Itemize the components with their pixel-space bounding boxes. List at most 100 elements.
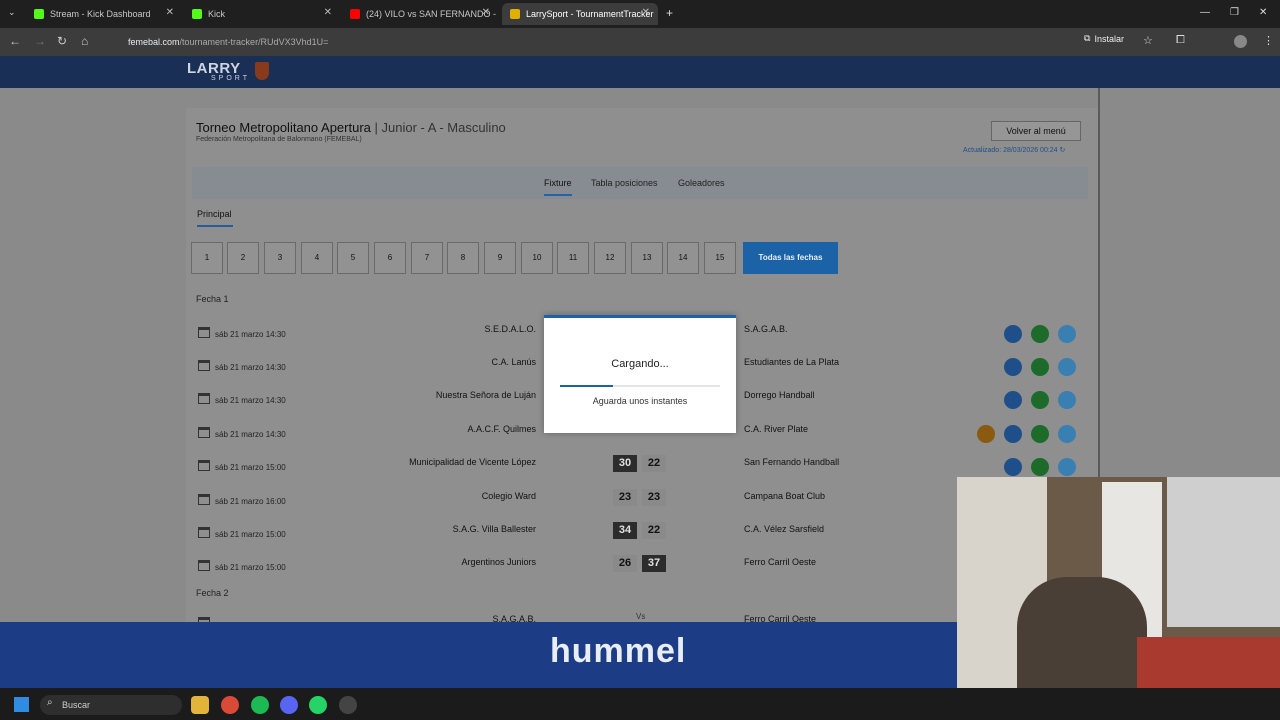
info-icon[interactable] [1004, 391, 1022, 409]
home-team: A.A.C.F. Quilmes [467, 424, 536, 434]
home-team: S.A.G.A.B. [492, 614, 536, 622]
match-date: sáb 21 marzo 14:30 [215, 363, 286, 372]
round-button[interactable]: 3 [264, 242, 296, 274]
document-icon[interactable] [1031, 358, 1049, 376]
loading-modal: Cargando... Aguarda unos instantes [544, 315, 736, 433]
reload-icon[interactable]: ↻ [57, 34, 67, 48]
info-icon[interactable] [1004, 425, 1022, 443]
stats-icon[interactable] [1058, 458, 1076, 476]
away-score: 23 [642, 489, 666, 506]
info-icon[interactable] [1004, 325, 1022, 343]
match-date: sáb 21 marzo 15:00 [215, 463, 286, 472]
video-icon[interactable] [977, 425, 995, 443]
away-team: C.A. Vélez Sarsfield [744, 524, 825, 534]
browser-tab-bar: ⌄ Stream - Kick Dashboard ✕ Kick ✕ (24) … [0, 0, 1280, 28]
youtube-icon [350, 9, 360, 19]
spotify-icon[interactable] [251, 696, 269, 714]
loading-progress-bar [560, 385, 720, 387]
close-icon[interactable]: ✕ [482, 7, 490, 18]
subtab-principal[interactable]: Principal [197, 209, 233, 227]
back-to-menu-button[interactable]: Volver al menú [991, 121, 1081, 141]
tournament-category: | Junior - A - Masculino [374, 120, 506, 135]
discord-icon[interactable] [280, 696, 298, 714]
stats-icon[interactable] [1058, 425, 1076, 443]
stats-icon[interactable] [1058, 391, 1076, 409]
window-close-icon[interactable]: ✕ [1259, 7, 1267, 18]
webcam-overlay [957, 477, 1280, 720]
home-icon[interactable]: ⌂ [81, 34, 88, 48]
minimize-icon[interactable]: — [1200, 7, 1210, 18]
tab-fixture[interactable]: Fixture [544, 178, 572, 196]
extensions-icon[interactable]: ⧠ [1176, 34, 1185, 47]
round-button[interactable]: 7 [411, 242, 443, 274]
forward-icon[interactable]: → [34, 34, 46, 48]
tab-search-icon[interactable]: ⌄ [8, 7, 16, 18]
round-button[interactable]: 11 [557, 242, 589, 274]
file-explorer-icon[interactable] [191, 696, 209, 714]
calendar-icon [198, 427, 210, 438]
round-button[interactable]: 12 [594, 242, 626, 274]
round-button[interactable]: 13 [631, 242, 663, 274]
calendar-icon [198, 494, 210, 505]
url-path: /tournament-tracker/RUdVX3Vhd1U= [179, 37, 329, 47]
profile-avatar[interactable] [1234, 35, 1247, 48]
url-domain: femebal.com [128, 37, 180, 47]
windows-start-icon[interactable] [14, 697, 29, 712]
round-button[interactable]: 8 [447, 242, 479, 274]
tab-youtube[interactable]: (24) VILO vs SAN FERNANDO - ✕ [342, 3, 498, 25]
close-icon[interactable]: ✕ [642, 7, 650, 18]
home-team: Argentinos Juniors [461, 557, 536, 567]
tab-label: (24) VILO vs SAN FERNANDO - [366, 9, 497, 19]
bookmark-star-icon[interactable]: ☆ [1143, 34, 1153, 47]
install-icon: ⧉ [1084, 33, 1091, 43]
maximize-icon[interactable]: ❐ [1230, 7, 1239, 18]
new-tab-button[interactable]: + [666, 6, 673, 20]
match-date: sáb 21 marzo 14:30 [215, 430, 286, 439]
info-icon[interactable] [1004, 358, 1022, 376]
document-icon[interactable] [1031, 425, 1049, 443]
obs-icon[interactable] [339, 696, 357, 714]
menu-icon[interactable]: ⋮ [1263, 34, 1274, 47]
tab-kick[interactable]: Kick ✕ [184, 3, 340, 25]
kick-icon [34, 9, 44, 19]
search-icon: ⌕ [47, 697, 53, 708]
round-button[interactable]: 15 [704, 242, 736, 274]
tab-goleadores[interactable]: Goleadores [678, 178, 725, 188]
document-icon[interactable] [1031, 391, 1049, 409]
home-team: S.E.D.A.L.O. [484, 324, 536, 334]
document-icon[interactable] [1031, 458, 1049, 476]
match-date: sáb 21 marzo 15:00 [215, 530, 286, 539]
round-button[interactable]: 2 [227, 242, 259, 274]
round-button[interactable]: 5 [337, 242, 369, 274]
document-icon[interactable] [1031, 325, 1049, 343]
round-button[interactable]: 10 [521, 242, 553, 274]
tab-larrysport[interactable]: LarrySport - TournamentTracker ✕ [502, 3, 658, 25]
vs-label: Vs [636, 612, 646, 621]
progress-fill [560, 385, 613, 387]
round-button[interactable]: 4 [301, 242, 333, 274]
trophy-icon [510, 9, 520, 19]
calendar-icon [198, 560, 210, 571]
round-button[interactable]: 14 [667, 242, 699, 274]
info-icon[interactable] [1004, 458, 1022, 476]
close-icon[interactable]: ✕ [166, 7, 174, 18]
round-button[interactable]: 9 [484, 242, 516, 274]
whatsapp-icon[interactable] [309, 696, 327, 714]
chrome-icon[interactable] [221, 696, 239, 714]
loading-title: Cargando... [611, 358, 669, 370]
tab-kick-dashboard[interactable]: Stream - Kick Dashboard ✕ [26, 3, 182, 25]
stats-icon[interactable] [1058, 325, 1076, 343]
all-rounds-button[interactable]: Todas las fechas [743, 242, 838, 274]
tab-tabla-posiciones[interactable]: Tabla posiciones [591, 178, 658, 188]
back-icon[interactable]: ← [9, 34, 21, 48]
taskbar-search[interactable]: Buscar [40, 695, 182, 715]
install-button[interactable]: ⧉ Instalar [1084, 33, 1124, 44]
round-button[interactable]: 6 [374, 242, 406, 274]
close-icon[interactable]: ✕ [324, 7, 332, 18]
calendar-icon [198, 327, 210, 338]
refresh-icon[interactable]: ↻ [1060, 147, 1066, 154]
window [1167, 477, 1280, 627]
stats-icon[interactable] [1058, 358, 1076, 376]
hummel-logo: hummel [550, 632, 687, 670]
round-button[interactable]: 1 [191, 242, 223, 274]
